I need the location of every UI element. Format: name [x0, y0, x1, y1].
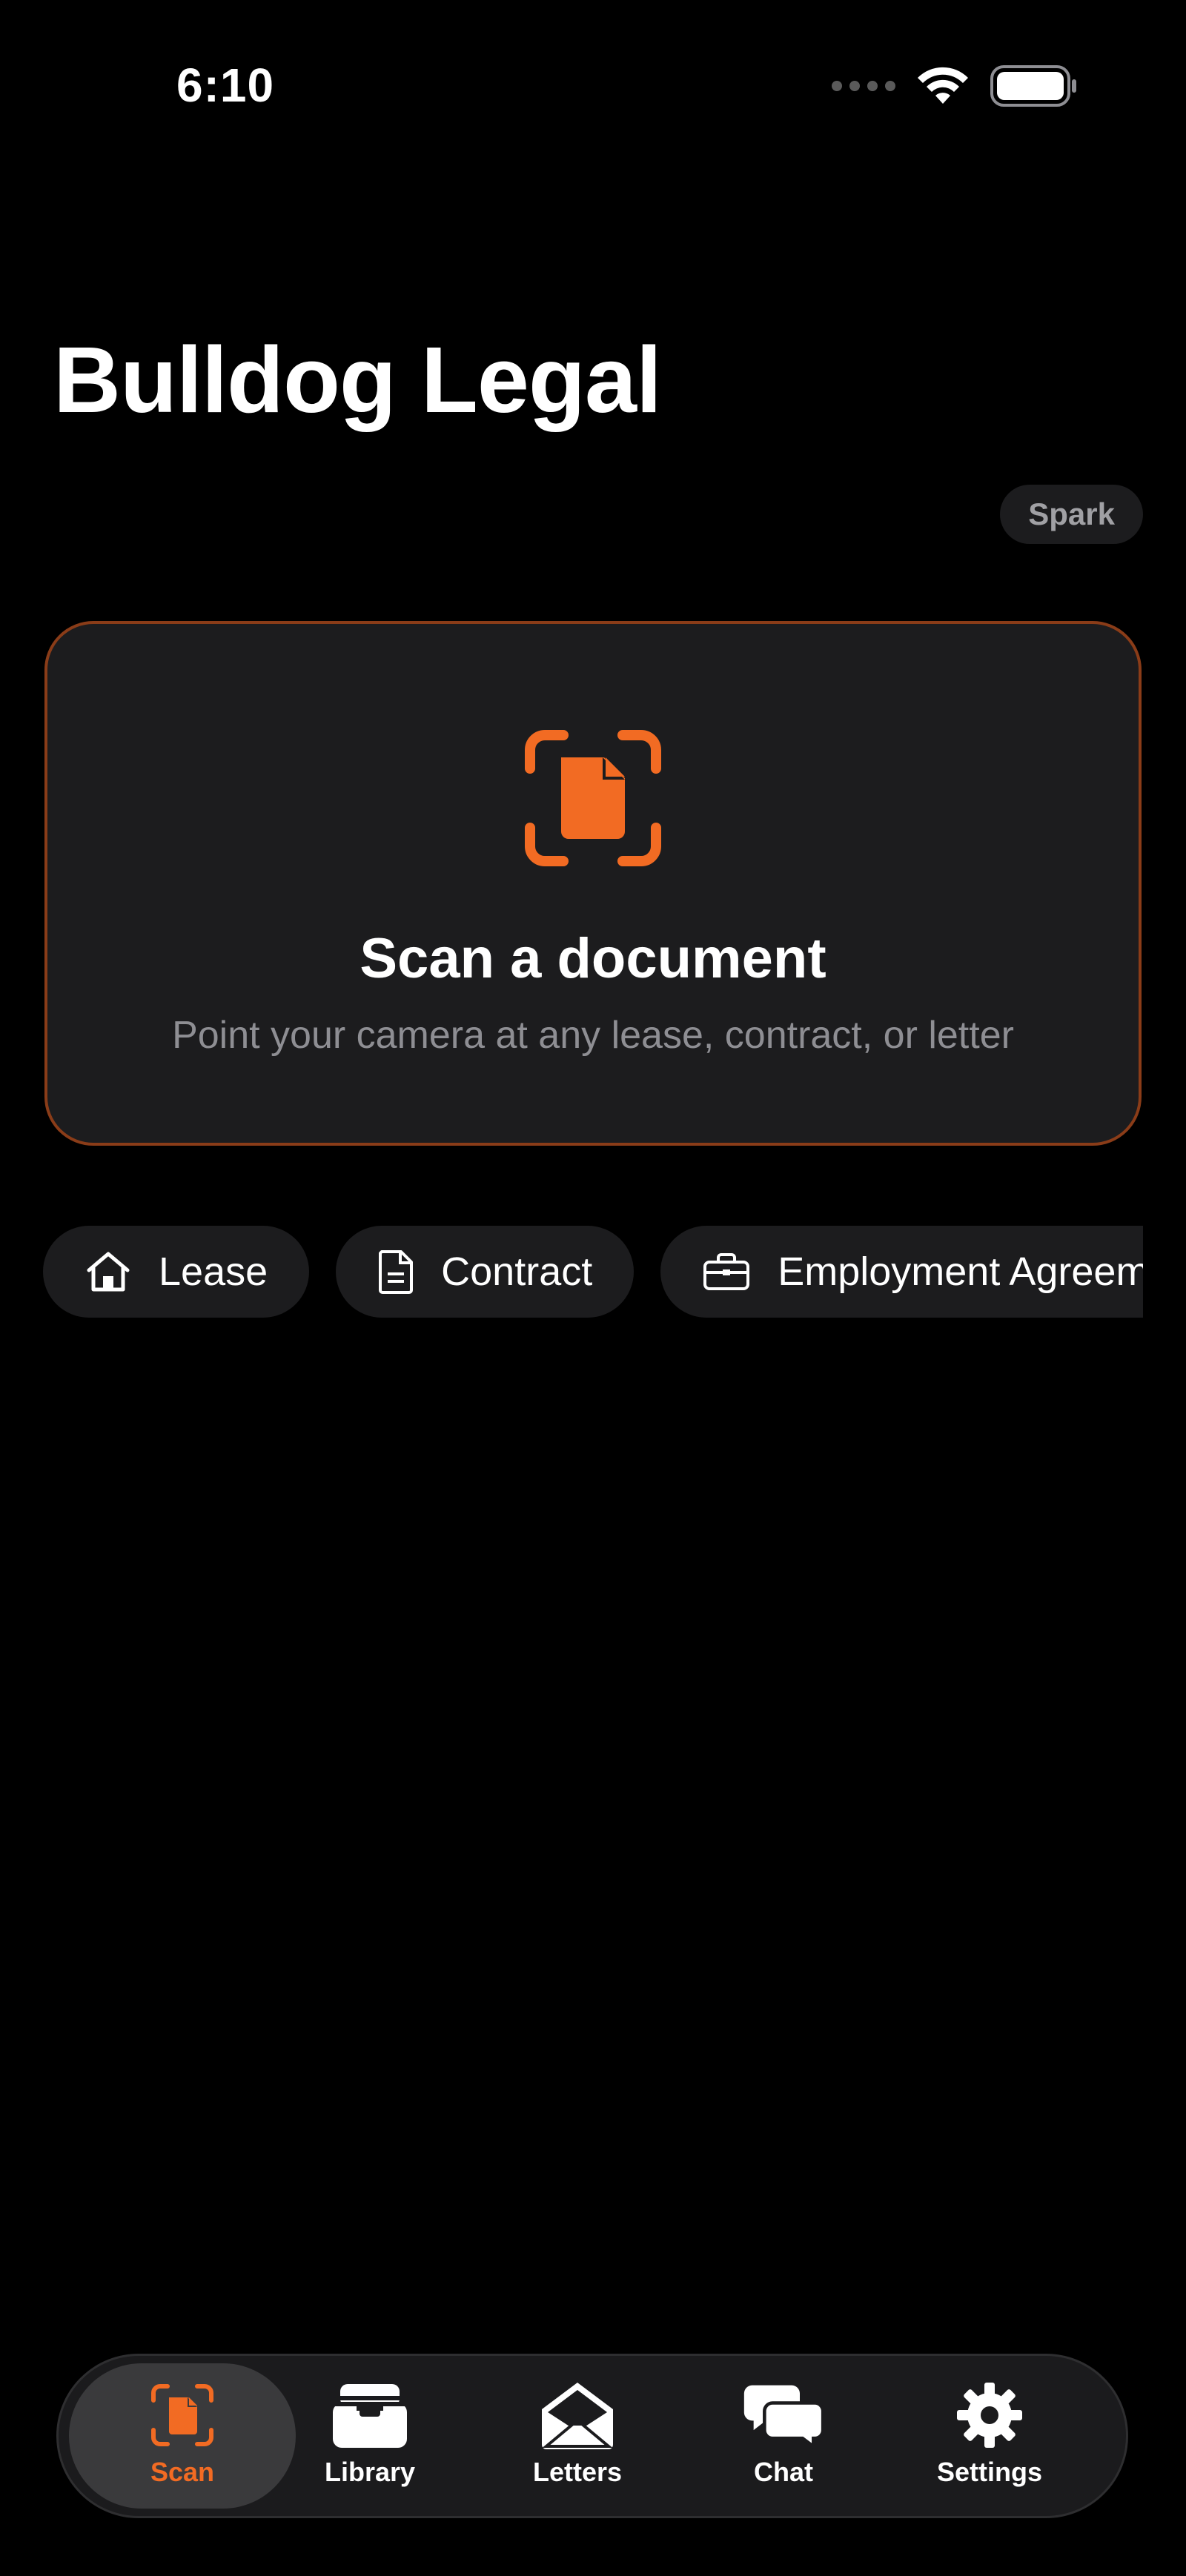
- chip-label: Lease: [159, 1249, 268, 1294]
- chip-lease[interactable]: Lease: [43, 1226, 310, 1318]
- scan-document-card[interactable]: Scan a document Point your camera at any…: [44, 621, 1142, 1146]
- status-indicators: [832, 64, 1078, 108]
- tab-settings[interactable]: Settings: [901, 2363, 1079, 2509]
- chip-label: Employment Agreement: [778, 1249, 1143, 1294]
- tab-label: Letters: [532, 2457, 623, 2487]
- chip-employment-agreement[interactable]: Employment Agreement: [660, 1226, 1143, 1318]
- tray-icon: [333, 2384, 407, 2448]
- tab-label: Library: [324, 2457, 416, 2487]
- chip-contract[interactable]: Contract: [336, 1226, 635, 1318]
- cellular-signal-icon: [832, 81, 895, 91]
- scan-card-subtitle: Point your camera at any lease, contract…: [172, 1014, 1014, 1057]
- envelope-open-icon: [542, 2383, 613, 2449]
- tab-chat[interactable]: Chat: [702, 2363, 865, 2509]
- doc-viewfinder-icon: [525, 730, 661, 866]
- gear-icon: [957, 2383, 1022, 2448]
- wifi-icon: [918, 67, 968, 104]
- tab-library[interactable]: Library: [288, 2363, 451, 2509]
- tab-label: Settings: [936, 2457, 1042, 2487]
- doc-viewfinder-icon: [151, 2384, 213, 2446]
- document-type-chips: Lease Contract Employment Agreement: [43, 1226, 1143, 1318]
- tab-label: Chat: [754, 2457, 813, 2487]
- scan-screen: 6:10 Bulldog Legal Spark Scan a document…: [0, 0, 1186, 2576]
- chip-label: Contract: [441, 1249, 593, 1294]
- tab-label: Scan: [150, 2457, 215, 2487]
- status-time: 6:10: [176, 59, 275, 112]
- chat-bubbles-icon: [743, 2385, 824, 2450]
- briefcase-icon: [703, 1253, 750, 1290]
- tab-scan[interactable]: Scan: [69, 2363, 296, 2509]
- tab-letters[interactable]: Letters: [496, 2363, 659, 2509]
- plan-badge[interactable]: Spark: [1000, 485, 1143, 544]
- tab-bar: Scan Library Letters Chat Settings: [56, 2354, 1128, 2518]
- document-icon: [379, 1250, 414, 1294]
- page-title: Bulldog Legal: [53, 328, 662, 432]
- scan-card-title: Scan a document: [360, 927, 826, 990]
- battery-icon: [990, 65, 1076, 107]
- house-icon: [87, 1252, 130, 1292]
